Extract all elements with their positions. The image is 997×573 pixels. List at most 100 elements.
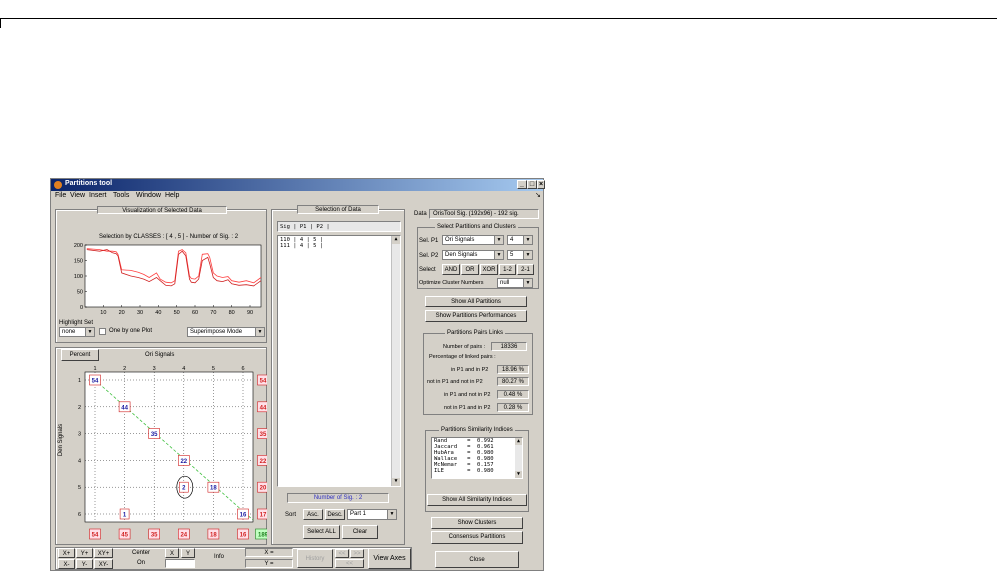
center-y-button[interactable]: Y [181,548,195,558]
minimize-button[interactable]: _ [517,180,527,189]
history-clear-button[interactable]: << [335,559,364,568]
matrix-left-tick: 3 [78,432,81,438]
y-tick-label: 0 [80,305,83,311]
select-all-button[interactable]: Select ALL [303,525,340,539]
menu-insert[interactable]: Insert [89,192,107,199]
menu-tools[interactable]: Tools [113,192,129,199]
p2-cluster-select[interactable]: 5 ▼ [507,250,533,260]
sort-asc-button[interactable]: Asc. [303,509,323,520]
menu-view[interactable]: View [70,192,85,199]
list-scrollbar[interactable]: ▲ ▼ [391,236,400,486]
chevron-down-icon: ▼ [494,236,503,244]
sel-p1-label: Sel. P1 [419,238,439,244]
highlight-label: Highlight Set [59,320,94,326]
matrix-left-tick: 5 [78,485,81,491]
num-pairs-label: Number of pairs : [443,344,486,350]
maximize-button[interactable]: □ [527,180,537,189]
highlight-select[interactable]: none ▼ [59,327,95,337]
center-x-button[interactable]: X [165,548,179,558]
matrix-cell: 18 [210,486,217,492]
scroll-up-icon[interactable]: ▲ [515,438,522,445]
info-label: Info [214,554,225,560]
sort-desc-button[interactable]: Desc. [325,509,345,520]
similarity-scrollbar[interactable]: ▲ ▼ [515,438,522,478]
xy-minus-button[interactable]: XY- [94,559,113,569]
part-select[interactable]: Part 1 ▼ [347,509,397,520]
selection-list[interactable]: 110 | 4 | 5 | 111 | 4 | 5 | ▲ ▼ [277,235,401,487]
scroll-down-icon[interactable]: ▼ [392,478,400,486]
x-tick-label: 90 [247,310,253,316]
scroll-up-icon[interactable]: ▲ [392,236,400,244]
menu-window[interactable]: Window [136,192,161,199]
data-label: Data [414,211,427,217]
matrix-left-tick: 4 [78,458,81,464]
chevron-down-icon: ▼ [523,279,532,287]
p2-select[interactable]: Den Signals ▼ [442,250,504,260]
matrix-xlabel: Ori Signals [145,352,175,358]
select-partitions-title: Select Partitions and Clusters [435,224,518,230]
and-button[interactable]: AND [442,264,460,275]
similarity-item: ILE = 0.980 [434,468,494,474]
close-button[interactable]: Close [435,551,519,568]
row-total: 44 [260,405,267,411]
one-by-one-checkbox[interactable] [99,328,106,335]
optimize-label: Optimize Cluster Numbers [419,280,484,286]
scroll-down-icon[interactable]: ▼ [515,471,522,478]
p1-select[interactable]: Ori Signals ▼ [442,235,504,245]
matrix-left-tick: 2 [78,405,81,411]
y-minus-button[interactable]: Y- [76,559,93,569]
close-window-button[interactable]: × [537,180,545,189]
number-of-signals: Number of Sig. : 2 [287,493,389,503]
y-tick-label: 50 [77,290,83,296]
matrix-top-tick: 6 [241,366,244,372]
row-total: 17 [260,513,267,519]
mode-select[interactable]: Superimpose Mode ▼ [187,327,265,337]
x-readout: X = [245,548,293,557]
show-all-partitions-button[interactable]: Show All Partitions [425,296,527,307]
list-item[interactable]: 111 | 4 | 5 | [280,243,400,249]
percentage-label: Percentage of linked pairs : [429,354,496,360]
link-label-3: in P1 and not in P2 [444,392,491,398]
x-minus-button[interactable]: X- [58,559,75,569]
history-prev-button[interactable]: << [335,549,349,558]
show-all-similarity-button[interactable]: Show All Similarity Indices [427,494,527,506]
show-partitions-performances-button[interactable]: Show Partitions Performances [425,310,527,322]
on-label: On [137,560,146,566]
chevron-down-icon: ▼ [523,251,532,259]
matrix-plot-area [84,371,254,523]
matrix-left-tick: 6 [78,512,81,518]
xy-plus-button[interactable]: XY+ [94,548,113,558]
title-bar[interactable]: Partitions tool _ □ × [51,179,545,191]
menu-help[interactable]: Help [165,192,179,199]
y-readout: Y = [245,559,293,568]
x-plus-button[interactable]: X+ [58,548,75,558]
menu-file[interactable]: File [55,192,66,199]
p1-cluster-select[interactable]: 4 ▼ [507,235,533,245]
center-label: Center [132,550,151,556]
consensus-partitions-button[interactable]: Consensus Partitions [431,531,523,544]
partitions-tool-window: Partitions tool _ □ × File View Insert T… [50,178,545,571]
one-minus-two-button[interactable]: 1-2 [499,264,516,275]
x-tick-label: 20 [119,310,125,316]
history-next-button[interactable]: >> [350,549,364,558]
view-axes-button[interactable]: View Axes [368,548,411,569]
similarity-list[interactable]: Rand = 0.992 Jaccard = 0.961 HubAra = 0.… [431,437,523,479]
y-plus-button[interactable]: Y+ [76,548,93,558]
x-tick-label: 70 [210,310,216,316]
show-clusters-button[interactable]: Show Clusters [431,517,523,529]
optimize-select[interactable]: null ▼ [497,278,533,288]
history-button[interactable]: History [297,549,333,568]
or-button[interactable]: OR [461,264,479,275]
y-tick-label: 100 [74,274,83,280]
dock-arrow-icon[interactable]: ↘ [535,191,541,199]
matrix-top-tick: 5 [212,366,215,372]
num-pairs-value: 18336 [491,342,527,351]
matrix-cell: 22 [180,459,187,465]
data-value: OrisTool Sig. (192x96) - 192 sig. [429,209,539,219]
clear-button[interactable]: Clear [342,525,378,539]
xor-button[interactable]: XOR [480,264,498,275]
column-total: 24 [180,533,187,539]
column-total: 18 [210,533,217,539]
two-minus-one-button[interactable]: 2-1 [517,264,534,275]
center-value-input[interactable] [165,559,195,568]
